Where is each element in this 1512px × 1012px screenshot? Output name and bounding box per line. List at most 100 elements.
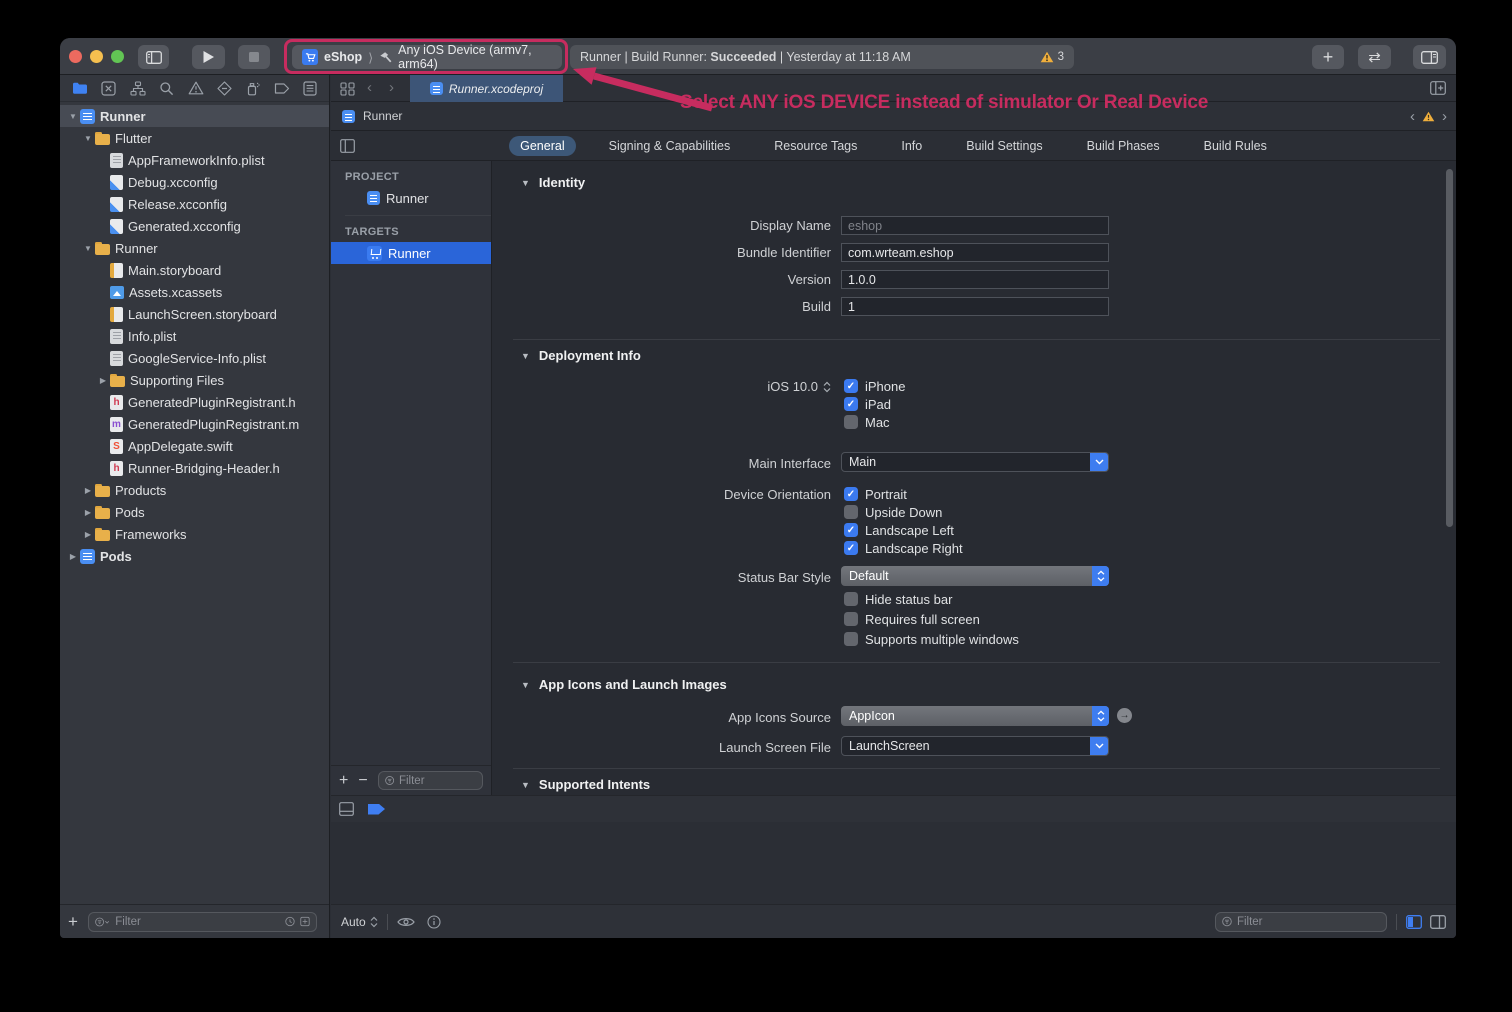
next-issue-icon[interactable]: › bbox=[1442, 108, 1447, 125]
up-down-chevrons-icon[interactable] bbox=[1092, 566, 1109, 586]
warning-icon[interactable] bbox=[1422, 111, 1435, 122]
checkbox-row-hide-status-bar[interactable]: Hide status bar bbox=[844, 589, 1019, 609]
run-button[interactable] bbox=[192, 45, 225, 69]
targets-filter-field[interactable] bbox=[378, 771, 483, 790]
file-tree-item-runner[interactable]: ▼Runner bbox=[60, 105, 329, 127]
disclosure-closed-icon[interactable]: ▶ bbox=[81, 508, 95, 517]
status-bar-style-popup[interactable]: Default bbox=[841, 566, 1109, 586]
file-tree-item-generated-xcconfig[interactable]: Generated.xcconfig bbox=[60, 215, 329, 237]
settings-tab-build-settings[interactable]: Build Settings bbox=[955, 136, 1053, 156]
checkbox-unchecked-icon[interactable] bbox=[844, 505, 858, 519]
find-navigator-icon[interactable] bbox=[159, 81, 174, 96]
console-filter-input[interactable] bbox=[1237, 916, 1380, 928]
minimize-window-button[interactable] bbox=[90, 50, 103, 63]
file-tree-item-main-storyboard[interactable]: Main.storyboard bbox=[60, 259, 329, 281]
file-tree-item-launchscreen-storyboard[interactable]: LaunchScreen.storyboard bbox=[60, 303, 329, 325]
project-row[interactable]: Runner bbox=[331, 187, 491, 209]
version-field[interactable] bbox=[841, 270, 1109, 289]
file-tree-item-pods[interactable]: ▶Pods bbox=[60, 501, 329, 523]
disclosure-closed-icon[interactable]: ▶ bbox=[81, 530, 95, 539]
scm-status-filter-icon[interactable] bbox=[300, 915, 310, 928]
zoom-window-button[interactable] bbox=[111, 50, 124, 63]
stepper-icon[interactable] bbox=[823, 381, 831, 393]
file-tree-item-runner-bridging-header-h[interactable]: Runner-Bridging-Header.h bbox=[60, 457, 329, 479]
file-tree-item-generatedpluginregistrant-h[interactable]: GeneratedPluginRegistrant.h bbox=[60, 391, 329, 413]
up-down-chevrons-icon[interactable] bbox=[1092, 706, 1109, 726]
file-tree-item-release-xcconfig[interactable]: Release.xcconfig bbox=[60, 193, 329, 215]
checkbox-checked-icon[interactable]: ✓ bbox=[844, 541, 858, 555]
display-name-input[interactable] bbox=[842, 218, 1108, 235]
forward-chevron-icon[interactable]: › bbox=[389, 79, 394, 96]
deployment-info-section-header[interactable]: ▼ Deployment Info bbox=[521, 348, 641, 363]
editor-tab[interactable]: Runner.xcodeproj bbox=[410, 75, 563, 102]
stop-button[interactable] bbox=[238, 45, 270, 69]
disclosure-open-icon[interactable]: ▼ bbox=[81, 134, 95, 143]
disclosure-closed-icon[interactable]: ▶ bbox=[66, 552, 80, 561]
file-tree-item-generatedpluginregistrant-m[interactable]: GeneratedPluginRegistrant.m bbox=[60, 413, 329, 435]
scrollbar[interactable] bbox=[1446, 169, 1453, 527]
settings-tab-resource-tags[interactable]: Resource Tags bbox=[763, 136, 868, 156]
stepper-icon[interactable] bbox=[370, 916, 378, 928]
add-editor-icon[interactable] bbox=[1430, 81, 1446, 95]
checkbox-checked-icon[interactable]: ✓ bbox=[844, 523, 858, 537]
settings-tab-signing-capabilities[interactable]: Signing & Capabilities bbox=[598, 136, 742, 156]
jumpbar-item[interactable]: Runner bbox=[363, 109, 402, 123]
debug-navigator-icon[interactable] bbox=[245, 81, 260, 96]
disclosure-open-icon[interactable]: ▼ bbox=[81, 244, 95, 253]
checkbox-unchecked-icon[interactable] bbox=[844, 592, 858, 606]
settings-tab-general[interactable]: General bbox=[509, 136, 575, 156]
build-input[interactable] bbox=[842, 299, 1108, 316]
breakpoint-navigator-icon[interactable] bbox=[274, 82, 290, 95]
add-item-icon[interactable]: + bbox=[68, 912, 78, 932]
build-field[interactable] bbox=[841, 297, 1109, 316]
console-filter-field[interactable] bbox=[1215, 912, 1387, 932]
toggle-navigator-button[interactable] bbox=[138, 45, 169, 69]
checkbox-unchecked-icon[interactable] bbox=[844, 415, 858, 429]
symbol-navigator-icon[interactable] bbox=[130, 81, 146, 96]
file-tree-item-runner[interactable]: ▼Runner bbox=[60, 237, 329, 259]
file-tree-item-debug-xcconfig[interactable]: Debug.xcconfig bbox=[60, 171, 329, 193]
checkbox-checked-icon[interactable]: ✓ bbox=[844, 397, 858, 411]
settings-tab-build-phases[interactable]: Build Phases bbox=[1076, 136, 1171, 156]
report-navigator-icon[interactable] bbox=[303, 81, 317, 96]
version-input[interactable] bbox=[842, 272, 1108, 289]
checkbox-checked-icon[interactable]: ✓ bbox=[844, 487, 858, 501]
related-items-icon[interactable] bbox=[340, 82, 355, 96]
navigator-filter-field[interactable] bbox=[88, 912, 317, 932]
chevron-down-icon[interactable] bbox=[1090, 737, 1108, 755]
info-icon[interactable] bbox=[427, 915, 441, 929]
checkbox-row-supports-multiple-windows[interactable]: Supports multiple windows bbox=[844, 629, 1019, 649]
file-tree-item-assets-xcassets[interactable]: Assets.xcassets bbox=[60, 281, 329, 303]
supported-intents-section-header[interactable]: ▼ Supported Intents bbox=[521, 777, 650, 792]
project-navigator-icon[interactable] bbox=[72, 81, 88, 95]
close-window-button[interactable] bbox=[69, 50, 82, 63]
checkbox-checked-icon[interactable]: ✓ bbox=[844, 379, 858, 393]
checkbox-row-iphone[interactable]: ✓iPhone bbox=[844, 377, 905, 395]
file-tree-item-supporting-files[interactable]: ▶Supporting Files bbox=[60, 369, 329, 391]
checkbox-row-portrait[interactable]: ✓Portrait bbox=[844, 485, 963, 503]
remove-target-icon[interactable]: − bbox=[358, 772, 367, 790]
app-icons-section-header[interactable]: ▼ App Icons and Launch Images bbox=[521, 677, 727, 692]
toggle-inspector-button[interactable] bbox=[1413, 45, 1446, 69]
file-tree-item-frameworks[interactable]: ▶Frameworks bbox=[60, 523, 329, 545]
file-tree-item-products[interactable]: ▶Products bbox=[60, 479, 329, 501]
checkbox-row-mac[interactable]: Mac bbox=[844, 413, 905, 431]
quicklook-eye-icon[interactable] bbox=[397, 916, 415, 928]
display-name-field[interactable] bbox=[841, 216, 1109, 235]
editor-options-button[interactable]: ⇄ bbox=[1358, 45, 1391, 69]
back-chevron-icon[interactable]: ‹ bbox=[367, 79, 372, 96]
add-target-icon[interactable]: + bbox=[339, 772, 348, 790]
source-control-navigator-icon[interactable] bbox=[101, 81, 116, 96]
settings-tab-build-rules[interactable]: Build Rules bbox=[1193, 136, 1278, 156]
checkbox-unchecked-icon[interactable] bbox=[844, 612, 858, 626]
toggle-projects-list-icon[interactable] bbox=[340, 139, 355, 153]
goto-asset-arrow-icon[interactable]: → bbox=[1117, 708, 1132, 723]
file-tree-item-appframeworkinfo-plist[interactable]: AppFrameworkInfo.plist bbox=[60, 149, 329, 171]
checkbox-row-requires-full-screen[interactable]: Requires full screen bbox=[844, 609, 1019, 629]
target-row[interactable]: Runner bbox=[331, 242, 491, 264]
file-tree-item-flutter[interactable]: ▼Flutter bbox=[60, 127, 329, 149]
checkbox-row-ipad[interactable]: ✓iPad bbox=[844, 395, 905, 413]
identity-section-header[interactable]: ▼ Identity bbox=[521, 175, 585, 190]
dock-debug-icon[interactable] bbox=[339, 802, 354, 816]
disclosure-closed-icon[interactable]: ▶ bbox=[81, 486, 95, 495]
